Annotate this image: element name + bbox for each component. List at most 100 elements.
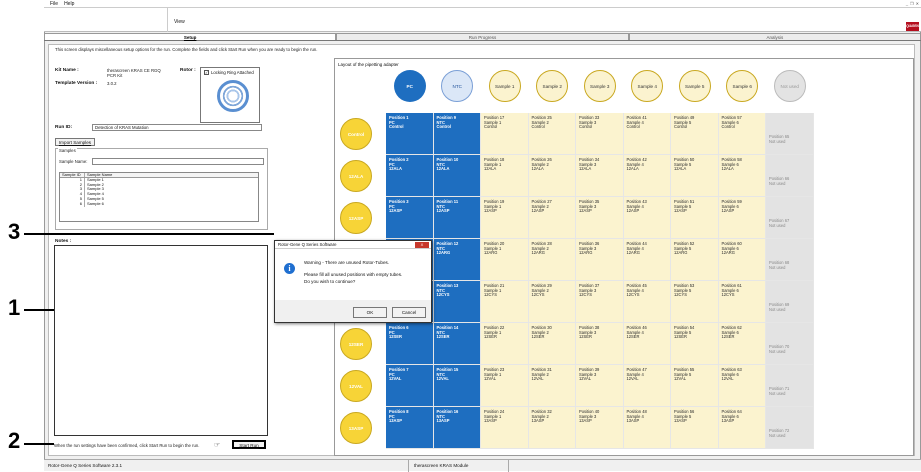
position-cell[interactable]: Position 57 Sample 6 Control	[718, 113, 766, 155]
position-cell[interactable]: Position 22 Sample 1 12SER	[481, 323, 529, 365]
position-cell[interactable]: Position 13 NTC 12CYS	[433, 281, 481, 323]
position-cell[interactable]: Position 11 NTC 12ASP	[433, 197, 481, 239]
position-cell[interactable]: Position 6 PC 12SER	[386, 323, 434, 365]
view-menu[interactable]: View	[174, 19, 185, 25]
position-cell[interactable]: Position 17 Sample 1 Control	[481, 113, 529, 155]
position-cell[interactable]: Position 26 Sample 2 12ALA	[528, 155, 576, 197]
callout-3: 3	[8, 219, 21, 244]
position-cell[interactable]: Position 50 Sample 5 12ALA	[671, 155, 719, 197]
position-cell[interactable]: Position 31 Sample 2 12VAL	[528, 365, 576, 407]
position-cell[interactable]: Position 41 Sample 4 Control	[623, 113, 671, 155]
callout-2-line	[24, 443, 54, 445]
notes-textarea[interactable]	[54, 245, 268, 436]
position-cell[interactable]: Position 8 PC 13ASP	[386, 407, 434, 449]
position-cell[interactable]: Position 58 Sample 6 12ALA	[718, 155, 766, 197]
samples-group-label: Samples	[58, 148, 77, 153]
position-cell[interactable]: Position 15 NTC 12VAL	[433, 365, 481, 407]
position-cell[interactable]: Position 39 Sample 3 12VAL	[576, 365, 624, 407]
ok-button[interactable]: OK	[353, 307, 387, 318]
position-cell[interactable]: Position 18 Sample 1 12ALA	[481, 155, 529, 197]
position-cell[interactable]: Position 24 Sample 1 13ASP	[481, 407, 529, 449]
position-cell[interactable]: Position 32 Sample 2 13ASP	[528, 407, 576, 449]
position-cell[interactable]: Position 3 PC 12ASP	[386, 197, 434, 239]
position-cell[interactable]: Position 59 Sample 6 12ASP	[718, 197, 766, 239]
column-header-circle: Sample 2	[536, 70, 569, 102]
position-cell[interactable]: Position 37 Sample 3 12CYS	[576, 281, 624, 323]
position-cell[interactable]: Position 20 Sample 1 12ARG	[481, 239, 529, 281]
close-icon[interactable]: ✕	[916, 1, 919, 6]
position-cell[interactable]: Position 66 Not used	[766, 155, 814, 197]
position-cell[interactable]: Position 27 Sample 2 12ASP	[528, 197, 576, 239]
locking-ring-option[interactable]: ✓ Locking Ring Attached	[204, 70, 254, 76]
tab-run-progress[interactable]: Run Progress	[336, 33, 629, 40]
sample-name-input[interactable]	[92, 158, 264, 165]
position-cell[interactable]: Position 28 Sample 2 12ARG	[528, 239, 576, 281]
position-cell[interactable]: Position 40 Sample 3 13ASP	[576, 407, 624, 449]
position-cell[interactable]: Position 29 Sample 2 12CYS	[528, 281, 576, 323]
position-cell[interactable]: Position 12 NTC 12ARG	[433, 239, 481, 281]
row-header-circle: 12VAL	[340, 370, 372, 402]
position-cell[interactable]: Position 34 Sample 3 12ALA	[576, 155, 624, 197]
position-cell[interactable]: Position 64 Sample 6 13ASP	[718, 407, 766, 449]
position-cell[interactable]: Position 54 Sample 5 12SER	[671, 323, 719, 365]
position-cell[interactable]: Position 1 PC Control	[386, 113, 434, 155]
position-cell[interactable]: Position 42 Sample 4 12ALA	[623, 155, 671, 197]
position-cell[interactable]: Position 71 Not used	[766, 365, 814, 407]
table-row[interactable]: 6 Sample 6	[60, 201, 258, 207]
position-cell[interactable]: Position 16 NTC 13ASP	[433, 407, 481, 449]
position-cell[interactable]: Position 63 Sample 6 12VAL	[718, 365, 766, 407]
menu-file[interactable]: File	[50, 1, 58, 7]
position-cell[interactable]: Position 67 Not used	[766, 197, 814, 239]
dialog-close-button[interactable]: X	[415, 242, 429, 248]
position-cell[interactable]: Position 46 Sample 4 12SER	[623, 323, 671, 365]
position-cell[interactable]: Position 38 Sample 3 12SER	[576, 323, 624, 365]
position-cell[interactable]: Position 43 Sample 4 12ASP	[623, 197, 671, 239]
position-cell[interactable]: Position 10 NTC 12ALA	[433, 155, 481, 197]
position-cell[interactable]: Position 56 Sample 5 13ASP	[671, 407, 719, 449]
callout-3-line	[24, 233, 274, 235]
layout-title: Layout of the pipetting adapter	[338, 62, 399, 67]
position-cell[interactable]: Position 60 Sample 6 12ARG	[718, 239, 766, 281]
position-cell[interactable]: Position 65 Not used	[766, 113, 814, 155]
column-header-circle: Sample 1	[488, 70, 521, 102]
position-cell[interactable]: Position 25 Sample 2 Control	[528, 113, 576, 155]
position-cell[interactable]: Position 23 Sample 1 12VAL	[481, 365, 529, 407]
position-cell[interactable]: Position 61 Sample 6 12CYS	[718, 281, 766, 323]
position-cell[interactable]: Position 21 Sample 1 12CYS	[481, 281, 529, 323]
position-cell[interactable]: Position 30 Sample 2 12SER	[528, 323, 576, 365]
start-run-button[interactable]: Start Run	[232, 440, 266, 449]
minimize-icon[interactable]: _	[906, 1, 908, 6]
run-id-input[interactable]: Detection of KRAS Mutation	[92, 124, 262, 131]
position-cell[interactable]: Position 33 Sample 3 Control	[576, 113, 624, 155]
checkbox-icon[interactable]: ✓	[204, 70, 209, 76]
position-cell[interactable]: Position 7 PC 12VAL	[386, 365, 434, 407]
position-cell[interactable]: Position 36 Sample 3 12ARG	[576, 239, 624, 281]
position-cell[interactable]: Position 72 Not used	[766, 407, 814, 449]
position-cell[interactable]: Position 52 Sample 5 12ARG	[671, 239, 719, 281]
position-cell[interactable]: Position 2 PC 12ALA	[386, 155, 434, 197]
cancel-button[interactable]: Cancel	[392, 307, 426, 318]
position-cell[interactable]: Position 48 Sample 4 13ASP	[623, 407, 671, 449]
position-cell[interactable]: Position 55 Sample 5 12VAL	[671, 365, 719, 407]
position-cell[interactable]: Position 68 Not used	[766, 239, 814, 281]
menu-help[interactable]: Help	[64, 1, 74, 7]
position-cell[interactable]: Position 49 Sample 5 Control	[671, 113, 719, 155]
position-cell[interactable]: Position 53 Sample 5 12CYS	[671, 281, 719, 323]
template-version-value: 3.0.2	[107, 81, 117, 86]
tab-analysis[interactable]: Analysis	[628, 33, 921, 40]
position-cell[interactable]: Position 47 Sample 4 12VAL	[623, 365, 671, 407]
position-cell[interactable]: Position 9 NTC Control	[433, 113, 481, 155]
position-cell[interactable]: Position 35 Sample 3 12ASP	[576, 197, 624, 239]
import-samples-button[interactable]: Import Samples	[55, 138, 95, 146]
position-cell[interactable]: Position 14 NTC 12SER	[433, 323, 481, 365]
position-cell[interactable]: Position 19 Sample 1 12ASP	[481, 197, 529, 239]
position-cell[interactable]: Position 51 Sample 5 12ASP	[671, 197, 719, 239]
position-cell[interactable]: Position 62 Sample 6 12SER	[718, 323, 766, 365]
restore-icon[interactable]: ❐	[910, 1, 914, 6]
notes-label: Notes :	[55, 239, 72, 244]
position-cell[interactable]: Position 44 Sample 4 12ARG	[623, 239, 671, 281]
position-cell[interactable]: Position 70 Not used	[766, 323, 814, 365]
tab-setup[interactable]: Setup	[44, 33, 337, 40]
position-cell[interactable]: Position 69 Not used	[766, 281, 814, 323]
position-cell[interactable]: Position 45 Sample 4 12CYS	[623, 281, 671, 323]
